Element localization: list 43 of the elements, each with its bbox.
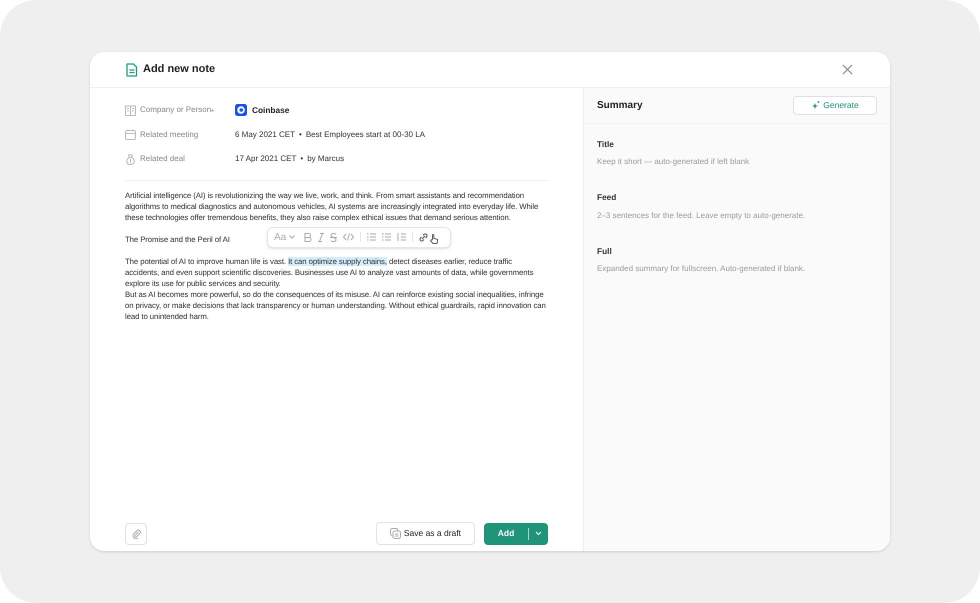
note-icon	[126, 62, 138, 76]
section-label: Full	[597, 244, 613, 258]
chevron-down-icon	[289, 235, 296, 239]
separator-dot: •	[299, 128, 302, 141]
section-label: Title	[597, 138, 615, 150]
field-detail: Best Employees start at 00-30 LA	[306, 128, 426, 141]
building-icon	[125, 104, 136, 116]
field-date: 17 Apr 2021 CET	[235, 153, 296, 166]
link-icon[interactable]	[419, 232, 428, 242]
field-date: 6 May 2021 CET	[235, 128, 296, 141]
indent-list-icon[interactable]	[397, 233, 406, 241]
dialog-title: Add new note	[143, 62, 216, 78]
calendar-icon	[125, 129, 136, 140]
paperclip-icon	[132, 528, 140, 538]
section-hint: Keep it short — auto-generated if left blank	[597, 156, 750, 168]
generate-button[interactable]: Generate	[793, 96, 877, 115]
numbered-list-icon[interactable]	[382, 233, 392, 241]
company-logo-icon	[235, 104, 247, 116]
summary-heading: Summary	[597, 99, 643, 113]
code-icon[interactable]	[343, 233, 354, 241]
strikethrough-icon[interactable]	[330, 232, 338, 242]
company-name: Coinbase	[252, 104, 290, 116]
bullet-list-icon[interactable]	[367, 233, 376, 241]
attach-button[interactable]	[125, 522, 147, 544]
copy-note-icon	[390, 528, 401, 539]
chevron-down-icon	[535, 531, 542, 536]
field-label: Company or Person	[140, 104, 212, 116]
field-label: Related deal	[140, 153, 185, 166]
close-button[interactable]	[840, 62, 854, 76]
italic-icon[interactable]	[318, 232, 324, 242]
field-label: Related meeting	[140, 128, 198, 141]
font-dropdown[interactable]: Aa	[274, 232, 296, 242]
section-label: Feed	[597, 191, 618, 204]
bold-icon[interactable]	[304, 232, 312, 242]
section-hint: Expanded summary for fullscreen. Auto-generated if blank.	[597, 263, 806, 276]
section-hint: 2–3 sentences for the feed. Leave empty to auto-generate.	[597, 210, 806, 222]
add-button[interactable]: Add	[484, 522, 528, 544]
separator-dot: •	[300, 153, 304, 166]
field-detail: by Marcus	[307, 153, 344, 166]
hand-cursor-icon	[430, 234, 438, 244]
sparkle-icon	[811, 101, 820, 110]
save-draft-button[interactable]: Save as a draft	[376, 522, 475, 545]
money-bag-icon	[125, 154, 136, 165]
